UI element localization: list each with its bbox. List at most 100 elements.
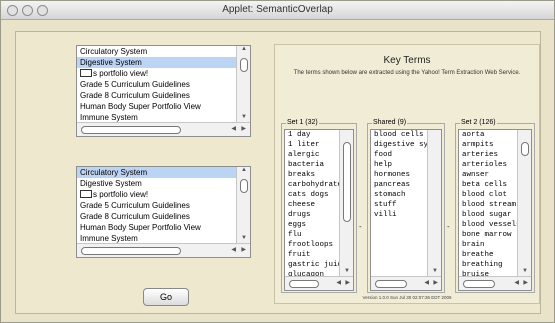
list-item[interactable]: beta cells [459,180,517,190]
list-item-label: stomach [374,191,406,199]
vertical-scrollbar[interactable]: ▼ [427,130,441,276]
portfolio-list-1[interactable]: Circulatory System Digestive System s port… [76,45,251,137]
list-item[interactable]: Digestive System [77,178,236,189]
list-item[interactable]: blood sugar [459,210,517,220]
horizontal-scrollbar[interactable]: ◀ ▶ [459,276,531,290]
list-item[interactable]: 1 liter [285,140,339,150]
list-item[interactable]: Digestive System [77,57,236,68]
list-item[interactable]: eggs [285,220,339,230]
vertical-scrollbar[interactable]: ▼ [339,130,353,276]
scroll-down-arrow-icon[interactable]: ▼ [340,268,353,274]
scroll-up-arrow-icon[interactable]: ▲ [237,46,250,52]
horizontal-scrollbar[interactable]: ◀ ▶ [285,276,353,290]
scroll-right-arrow-icon[interactable]: ▶ [523,279,528,286]
list-item[interactable]: bacteria [285,160,339,170]
list-item[interactable]: breathe [459,250,517,260]
scroll-left-arrow-icon[interactable]: ◀ [514,279,519,286]
checkbox-icon[interactable] [80,190,92,198]
list-item[interactable]: help [371,160,427,170]
scroll-right-arrow-icon[interactable]: ▶ [345,279,350,286]
list-item[interactable]: s portfolio view! [77,189,236,200]
vertical-scrollbar[interactable]: ▲ ▼ [236,167,250,243]
list-item[interactable]: Circulatory System [77,46,236,57]
set1-list[interactable]: 1 day 1 liter alergic bacteria breaks carbohy… [284,129,354,291]
scroll-thumb[interactable] [240,179,248,193]
list-item[interactable]: blood vessels [459,220,517,230]
list-item[interactable]: breaks [285,170,339,180]
scroll-down-arrow-icon[interactable]: ▼ [428,268,441,274]
set2-list[interactable]: aorta armpits arteries arterioles awnser beta… [458,129,532,291]
vertical-scrollbar[interactable]: ▼ [517,130,531,276]
list-item[interactable]: Grade 5 Curriculum Guidelines [77,200,236,211]
list-item[interactable]: cats dogs [285,190,339,200]
list-item-label: bacteria [288,161,325,169]
scroll-down-arrow-icon[interactable]: ▼ [518,268,531,274]
list-item[interactable]: Human Body Super Portfolio View [77,101,236,112]
list-item[interactable]: arteries [459,150,517,160]
list-item[interactable]: blood clot [459,190,517,200]
list-item[interactable]: food [371,150,427,160]
scroll-thumb[interactable] [343,142,351,222]
list-item[interactable]: bone marrow [459,230,517,240]
shared-group: Shared (9) blood cells digestive system fo… [367,119,445,293]
list-item[interactable]: arterioles [459,160,517,170]
list-item[interactable]: Circulatory System [77,167,236,178]
scroll-down-arrow-icon[interactable]: ▼ [237,235,250,241]
scroll-thumb[interactable] [521,142,529,156]
scroll-left-arrow-icon[interactable]: ◀ [424,279,429,286]
list-item[interactable]: stomach [371,190,427,200]
list-item[interactable]: cheese [285,200,339,210]
list-item[interactable]: fruit [285,250,339,260]
scroll-left-arrow-icon[interactable]: ◀ [231,125,236,132]
scroll-down-arrow-icon[interactable]: ▼ [237,114,250,120]
horizontal-scrollbar[interactable]: ◀ ▶ [77,122,250,136]
list-item[interactable]: blood cells [371,130,427,140]
scroll-thumb[interactable] [375,280,407,288]
list-item[interactable]: brain [459,240,517,250]
list-item[interactable]: Human Body Super Portfolio View [77,222,236,233]
scroll-left-arrow-icon[interactable]: ◀ [336,279,341,286]
go-button[interactable]: Go [143,288,189,306]
list-item[interactable]: awnser [459,170,517,180]
list-item[interactable]: s portfolio view! [77,68,236,79]
scroll-thumb[interactable] [463,280,495,288]
list-item[interactable]: flu [285,230,339,240]
list-item[interactable]: pancreas [371,180,427,190]
horizontal-scrollbar[interactable]: ◀ ▶ [371,276,441,290]
list-item[interactable]: breathing [459,260,517,270]
list-item[interactable]: Immune System [77,112,236,122]
scroll-thumb[interactable] [81,247,181,255]
scroll-right-arrow-icon[interactable]: ▶ [241,246,246,253]
scroll-left-arrow-icon[interactable]: ◀ [231,246,236,253]
list-item[interactable]: hormones [371,170,427,180]
shared-list[interactable]: blood cells digestive system food help hormo… [370,129,442,291]
list-item[interactable]: blood stream [459,200,517,210]
list-item[interactable]: Grade 8 Curriculum Guidelines [77,211,236,222]
list-item[interactable]: Grade 8 Curriculum Guidelines [77,90,236,101]
list-item[interactable]: villi [371,210,427,220]
list-item[interactable]: carbohydrates [285,180,339,190]
list-item[interactable]: aorta [459,130,517,140]
horizontal-scrollbar[interactable]: ◀ ▶ [77,243,250,257]
portfolio-list-2[interactable]: Circulatory System Digestive System s port… [76,166,251,258]
list-item[interactable]: digestive system [371,140,427,150]
list-item[interactable]: armpits [459,140,517,150]
scroll-up-arrow-icon[interactable]: ▲ [237,167,250,173]
scroll-right-arrow-icon[interactable]: ▶ [433,279,438,286]
list-item[interactable]: gastric juice [285,260,339,270]
vertical-scrollbar[interactable]: ▲ ▼ [236,46,250,122]
scroll-thumb[interactable] [81,126,181,134]
list-item-label: Circulatory System [80,168,148,177]
list-item[interactable]: 1 day [285,130,339,140]
list-item[interactable]: alergic [285,150,339,160]
list-item[interactable]: Grade 5 Curriculum Guidelines [77,79,236,90]
list-item[interactable]: Immune System [77,233,236,243]
scroll-thumb[interactable] [240,58,248,72]
scroll-right-arrow-icon[interactable]: ▶ [241,125,246,132]
set2-legend: Set 2 (126) [460,119,497,126]
list-item[interactable]: frootloops [285,240,339,250]
list-item[interactable]: stuff [371,200,427,210]
scroll-thumb[interactable] [289,280,319,288]
list-item[interactable]: drugs [285,210,339,220]
checkbox-icon[interactable] [80,69,92,77]
